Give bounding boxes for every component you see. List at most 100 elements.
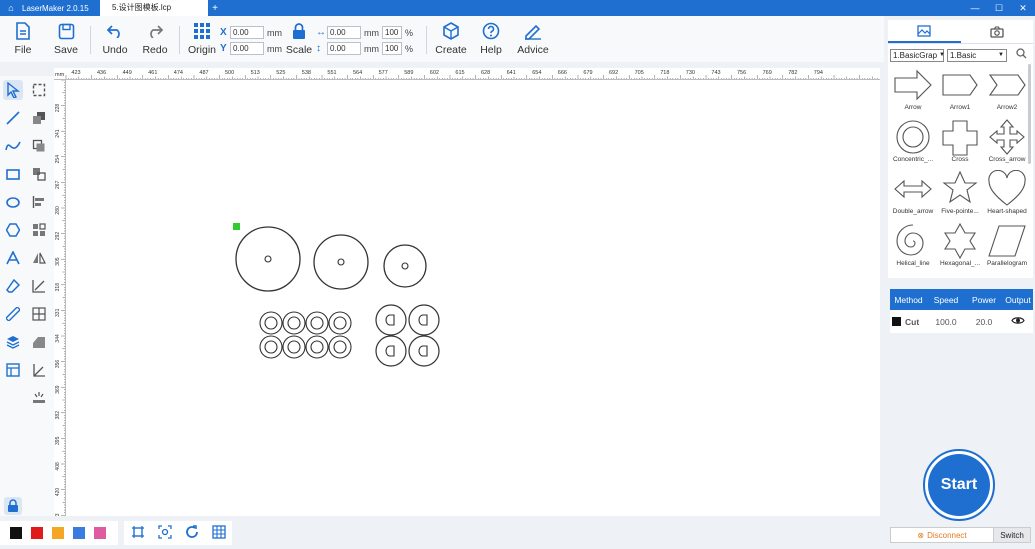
shape-item[interactable]: Arrow2 (984, 66, 1030, 117)
d-part-outer[interactable] (375, 335, 407, 367)
undo-button[interactable]: Undo (95, 16, 135, 62)
d-hole[interactable] (385, 345, 395, 357)
layers-tool-icon[interactable] (3, 332, 23, 352)
d-hole[interactable] (418, 345, 428, 357)
arrange-back-icon[interactable] (29, 108, 49, 128)
washer-inner[interactable] (264, 340, 278, 354)
new-tab-button[interactable]: + (208, 3, 222, 14)
shape-item[interactable]: Concentric_... (890, 118, 936, 169)
shape-item[interactable]: Arrow (890, 66, 936, 117)
layer-power[interactable]: 20.0 (965, 317, 1003, 327)
shape-item[interactable]: Double_arrow (890, 170, 936, 221)
washer-inner[interactable] (287, 340, 301, 354)
canvas-lock-icon[interactable] (4, 497, 22, 515)
color-swatch[interactable] (10, 527, 22, 539)
washer-inner[interactable] (310, 340, 324, 354)
shapes-tab-icon[interactable] (888, 20, 961, 43)
height-percent-input[interactable] (382, 42, 402, 55)
washer-outer[interactable] (328, 335, 352, 359)
washer-inner[interactable] (310, 316, 324, 330)
color-swatch[interactable] (52, 527, 64, 539)
washer-outer[interactable] (259, 311, 283, 335)
subcategory-select[interactable]: 1.Basic ▼ (947, 48, 1007, 62)
disconnect-button[interactable]: ⊗ Disconnect (890, 527, 994, 543)
maximize-button[interactable]: ☐ (987, 3, 1011, 14)
width-input[interactable] (327, 26, 361, 39)
height-input[interactable] (327, 42, 361, 55)
redo-button[interactable]: Redo (135, 16, 175, 62)
large-circle-2[interactable] (313, 234, 369, 290)
color-swatch[interactable] (94, 527, 106, 539)
copy-icon[interactable] (29, 136, 49, 156)
text-tool-icon[interactable] (3, 248, 23, 268)
start-button[interactable]: Start (928, 454, 990, 516)
library-scrollbar[interactable] (1028, 64, 1031, 164)
laser-effect-icon[interactable] (29, 388, 49, 408)
select-tool-icon[interactable] (3, 80, 23, 100)
color-swatch[interactable] (31, 527, 43, 539)
washer-group[interactable] (259, 311, 352, 359)
mirror-icon[interactable] (29, 248, 49, 268)
shape-item[interactable]: Cross_arrow (984, 118, 1030, 169)
shape-item[interactable]: Heart-shaped (984, 170, 1030, 221)
close-button[interactable]: ✕ (1011, 3, 1035, 14)
large-circle-1[interactable] (235, 226, 301, 292)
camera-tab-icon[interactable] (961, 20, 1034, 43)
origin-marker[interactable] (233, 223, 240, 230)
minimize-button[interactable]: — (963, 3, 987, 14)
washer-outer[interactable] (305, 335, 329, 359)
panel-tool-icon[interactable] (3, 360, 23, 380)
grid-toggle-icon[interactable] (211, 524, 226, 542)
rotate-icon[interactable] (185, 524, 199, 542)
line-tool-icon[interactable] (3, 108, 23, 128)
shape-item[interactable]: Helical_line (890, 222, 936, 273)
shape-item[interactable]: Five-pointe... (937, 170, 983, 221)
d-part-outer[interactable] (408, 335, 440, 367)
angle-icon[interactable] (29, 360, 49, 380)
home-icon[interactable]: ⌂ (0, 3, 22, 13)
design-canvas[interactable] (66, 80, 880, 516)
d-hole-group[interactable] (375, 304, 440, 367)
d-part-outer[interactable] (375, 304, 407, 336)
color-swatch[interactable] (73, 527, 85, 539)
offset-icon[interactable] (29, 276, 49, 296)
d-hole[interactable] (385, 314, 395, 326)
shape-item[interactable]: Arrow1 (937, 66, 983, 117)
layer-row[interactable]: Cut 100.0 20.0 (890, 310, 1033, 333)
node-edit-icon[interactable] (29, 80, 49, 100)
washer-outer[interactable] (305, 311, 329, 335)
washer-outer[interactable] (282, 335, 306, 359)
rectangle-tool-icon[interactable] (3, 164, 23, 184)
width-percent-input[interactable] (382, 26, 402, 39)
category-select[interactable]: 1.BasicGrap ▼ (890, 48, 945, 62)
create-button[interactable]: Create (431, 16, 471, 62)
shape-item[interactable]: Hexagonal_... (937, 222, 983, 273)
shape-item[interactable]: Cross (937, 118, 983, 169)
d-part-outer[interactable] (408, 304, 440, 336)
curve-tool-icon[interactable] (3, 136, 23, 156)
advice-button[interactable]: Advice (511, 16, 555, 62)
layer-color-swatch[interactable] (892, 317, 901, 326)
file-button[interactable]: File (0, 16, 46, 62)
zoom-selection-icon[interactable] (157, 524, 172, 542)
washer-inner[interactable] (287, 316, 301, 330)
washer-inner[interactable] (264, 316, 278, 330)
origin-button[interactable]: Origin (184, 16, 220, 62)
align-left-icon[interactable] (29, 192, 49, 212)
measure-tool-icon[interactable] (3, 304, 23, 324)
search-icon[interactable] (1016, 48, 1027, 62)
washer-inner[interactable] (333, 316, 347, 330)
help-button[interactable]: Help (471, 16, 511, 62)
washer-outer[interactable] (259, 335, 283, 359)
scale-button[interactable]: Scale (282, 16, 316, 62)
shape-item[interactable]: Parallelogram (984, 222, 1030, 273)
weld-icon[interactable] (29, 332, 49, 352)
d-hole[interactable] (418, 314, 428, 326)
washer-inner[interactable] (333, 340, 347, 354)
polygon-tool-icon[interactable] (3, 220, 23, 240)
fit-view-icon[interactable] (131, 525, 145, 542)
eraser-tool-icon[interactable] (3, 276, 23, 296)
file-tab[interactable]: 5.设计图模板.lcp (100, 0, 208, 16)
save-button[interactable]: Save (46, 16, 86, 62)
x-input[interactable] (230, 26, 264, 39)
